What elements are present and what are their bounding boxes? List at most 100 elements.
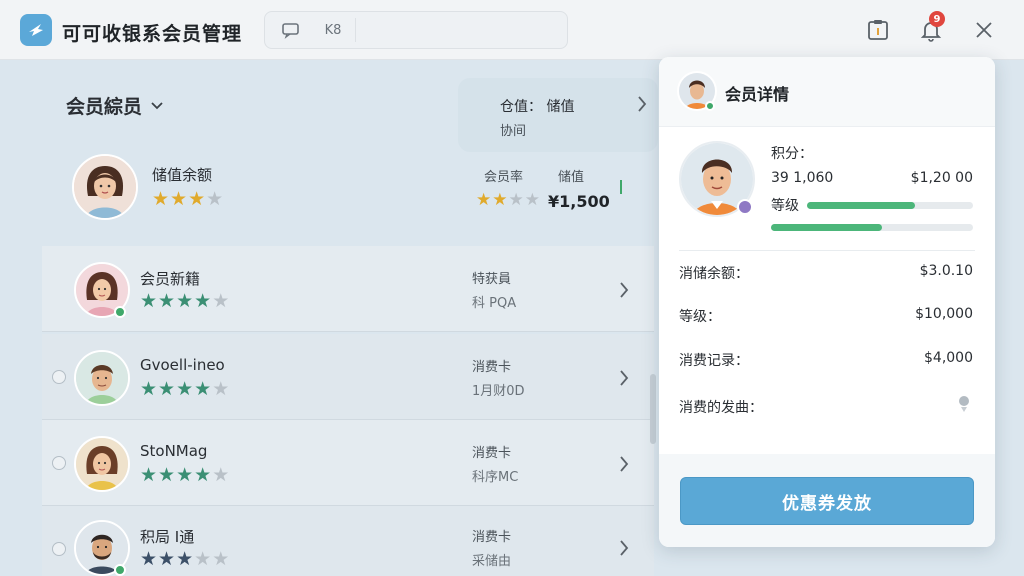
list-item[interactable]: Gvoell-ineo ★★★★★ 消费卡 1月财0D — [42, 334, 654, 420]
level-progress-bar — [807, 202, 973, 209]
level-progress-fill — [807, 202, 915, 209]
level-label: 等级 — [771, 198, 799, 214]
star-empty-icon: ★ — [212, 378, 231, 400]
panel-header: 会员详情 — [659, 57, 995, 127]
stored-value-card[interactable]: 仓值： 储值 协间 — [458, 78, 658, 152]
list-scrollbar[interactable] — [650, 374, 656, 444]
member-rating: ★★★★★ — [140, 378, 230, 400]
member-rating: ★★★★★ — [140, 548, 230, 570]
member-meta-primary: 消费卡 — [472, 360, 512, 375]
title-bar: 可可收银系会员管理 K8 9 — [0, 0, 1024, 60]
field-label: 消费记录： — [679, 353, 749, 369]
member-name: StoNMag — [140, 442, 208, 460]
toolbar-button-k8[interactable]: K8 — [311, 12, 355, 48]
close-icon[interactable] — [968, 14, 1000, 46]
points-value: 39 1,060 — [771, 170, 834, 186]
points-progress-fill — [771, 224, 883, 231]
avatar — [72, 154, 138, 220]
chevron-right-icon — [638, 96, 647, 112]
star-filled-icon: ★ — [140, 464, 159, 486]
info-card-line2: 协间 — [500, 124, 527, 139]
star-filled-icon: ★ — [158, 464, 177, 486]
member-meta-secondary: 采储由 — [472, 554, 512, 569]
level-badge-icon — [737, 199, 753, 215]
star-filled-icon: ★ — [140, 290, 159, 312]
star-filled-icon: ★ — [194, 464, 213, 486]
chevron-right-icon — [620, 456, 629, 472]
points-label: 积分： — [771, 146, 813, 162]
chevron-right-icon — [620, 540, 629, 556]
member-rate-stars: ★★★★ — [476, 190, 541, 210]
chevron-right-icon — [620, 370, 629, 386]
section-title[interactable]: 会员綜员 — [66, 92, 164, 119]
star-empty-icon: ★ — [194, 548, 213, 570]
star-empty-icon: ★ — [212, 290, 231, 312]
member-name: 会员新籍 — [140, 270, 201, 288]
app-logo-icon — [20, 14, 52, 46]
panel-title: 会员详情 — [725, 85, 790, 104]
member-meta-secondary: 1月财0D — [472, 384, 525, 399]
issue-coupon-button[interactable]: 优惠券发放 — [680, 477, 974, 525]
star-filled-icon: ★ — [194, 290, 213, 312]
list-item[interactable]: 会员新籍 ★★★★★ 特获員 科 PQA — [42, 246, 654, 332]
points-progress-bar — [771, 224, 973, 231]
stored-value-label: 储值 — [558, 170, 585, 185]
star-filled-icon: ★ — [176, 548, 195, 570]
online-status-icon — [114, 306, 126, 318]
info-card-line1: 仓值： 储值 — [500, 99, 575, 115]
star-empty-icon: ★ — [212, 464, 231, 486]
field-value: $4,000 — [924, 350, 973, 366]
notification-badge: 9 — [929, 11, 945, 27]
online-status-icon — [114, 564, 126, 576]
row-select-radio[interactable] — [52, 370, 66, 384]
message-icon[interactable] — [269, 12, 313, 48]
star-filled-icon: ★ — [158, 290, 177, 312]
chevron-down-icon — [151, 101, 163, 109]
star-filled-icon: ★ — [194, 378, 213, 400]
location-pin-icon[interactable] — [957, 395, 971, 417]
star-filled-icon: ★ — [176, 464, 195, 486]
member-rating: ★★★★ — [152, 188, 224, 210]
star-empty-icon: ★ — [524, 190, 541, 210]
star-empty-icon: ★ — [212, 548, 231, 570]
clipboard-icon[interactable] — [862, 14, 894, 46]
member-rate-label: 会员率 — [484, 170, 524, 185]
toolbar-divider — [355, 18, 356, 42]
notification-bell-icon[interactable]: 9 — [915, 11, 947, 46]
list-item[interactable]: 积局 I通 ★★★★★ 消费卡 采储由 — [42, 506, 654, 576]
star-filled-icon: ★ — [152, 188, 171, 210]
featured-member[interactable]: 储值余额 ★★★★ 会员率 储值 ★★★★ ¥1,500 — [72, 154, 632, 222]
star-filled-icon: ★ — [158, 548, 177, 570]
row-select-radio[interactable] — [52, 542, 66, 556]
field-label: 等级： — [679, 309, 721, 325]
star-filled-icon: ★ — [170, 188, 189, 210]
member-meta-secondary: 科 PQA — [472, 296, 517, 311]
avatar — [74, 436, 130, 492]
app-title: 可可收银系会员管理 — [62, 23, 243, 45]
member-rating: ★★★★★ — [140, 290, 230, 312]
star-empty-icon: ★ — [508, 190, 525, 210]
field-label: 消储余额： — [679, 266, 749, 282]
row-select-radio[interactable] — [52, 456, 66, 470]
member-meta-secondary: 科序MC — [472, 470, 519, 485]
star-filled-icon: ★ — [492, 190, 509, 210]
star-filled-icon: ★ — [140, 378, 159, 400]
field-value: $10,000 — [915, 306, 973, 322]
member-detail-panel: 会员详情 积分： 39 1,060 $1,20 00 等级 消储余额： $3.0… — [659, 57, 995, 547]
star-filled-icon: ★ — [176, 378, 195, 400]
member-meta-primary: 消费卡 — [472, 446, 512, 461]
flag-icon — [620, 180, 630, 194]
member-name: 储值余额 — [152, 166, 213, 184]
member-list-panel: 会员綜员 仓值： 储值 协间 储值余额 ★★★★ 会员率 储值 ★★★★ ¥1,… — [42, 62, 658, 576]
toolbar-group: K8 — [264, 11, 568, 49]
star-filled-icon: ★ — [158, 378, 177, 400]
star-filled-icon: ★ — [176, 290, 195, 312]
member-name: 积局 I通 — [140, 528, 195, 546]
chevron-right-icon — [620, 282, 629, 298]
star-filled-icon: ★ — [188, 188, 207, 210]
star-empty-icon: ★ — [206, 188, 225, 210]
member-name: Gvoell-ineo — [140, 356, 225, 374]
points-amount: $1,20 00 — [910, 170, 973, 186]
field-label: 消费的发曲： — [679, 400, 763, 416]
list-item[interactable]: StoNMag ★★★★★ 消费卡 科序MC — [42, 420, 654, 506]
